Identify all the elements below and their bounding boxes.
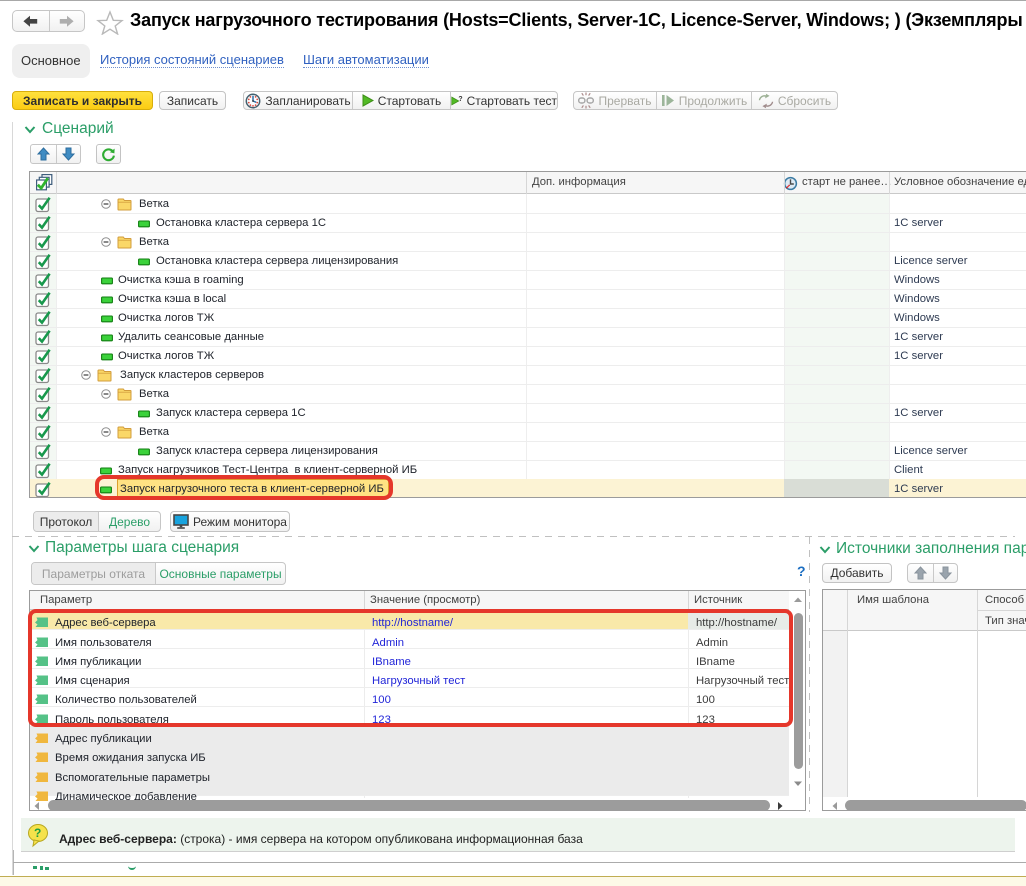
svg-text:?: ? — [458, 96, 462, 103]
svg-text:?: ? — [34, 826, 41, 840]
